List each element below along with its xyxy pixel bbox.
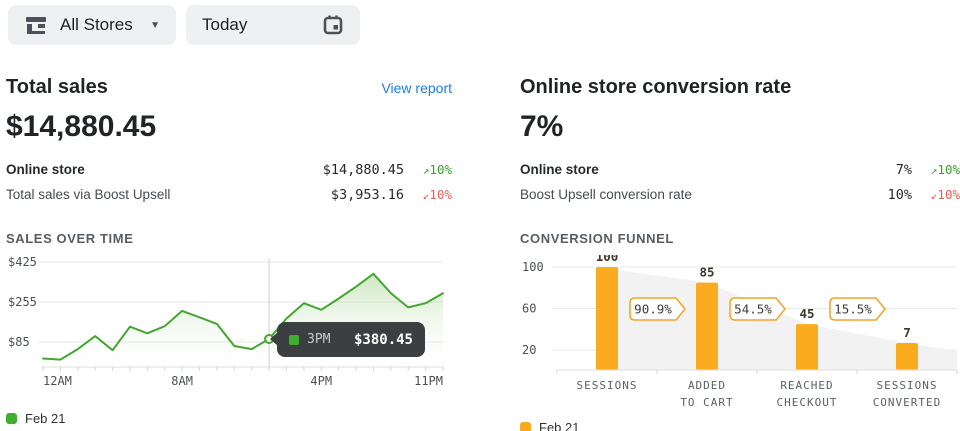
svg-text:$85: $85 <box>8 335 30 349</box>
metric-value: $3,953.16 <box>331 187 404 203</box>
card-title: Total sales <box>6 76 108 99</box>
conversion-funnel-chart-area: 100 60 20 100 85 45 7 90.9% 54.5% 15.5% SESSIONS AD… <box>520 255 960 412</box>
legend-swatch <box>6 413 17 424</box>
metric-label: Online store <box>520 162 599 177</box>
svg-text:CONVERTED: CONVERTED <box>873 396 942 409</box>
section-title: CONVERSION FUNNEL <box>520 231 960 246</box>
svg-text:ADDED: ADDED <box>688 379 726 392</box>
section-title: SALES OVER TIME <box>6 231 452 246</box>
svg-text:11PM: 11PM <box>414 374 443 388</box>
card-title: Online store conversion rate <box>520 76 791 99</box>
metric-delta: ↙10% <box>404 187 452 202</box>
total-sales-card: Total sales View report $14,880.45 Onlin… <box>6 76 452 431</box>
svg-text:20: 20 <box>522 343 536 357</box>
storefront-icon <box>24 13 48 37</box>
dashboard: Total sales View report $14,880.45 Onlin… <box>0 50 960 431</box>
tooltip-series-swatch <box>289 335 299 345</box>
sales-over-time-chart-area: $425 $255 $85 12AM 8AM 4PM 11PM 3PM $380.45 <box>6 255 452 393</box>
svg-text:60: 60 <box>522 302 536 316</box>
svg-text:100: 100 <box>596 255 619 264</box>
metric-delta: ↗10% <box>912 162 960 177</box>
metric-label: Boost Upsell conversion rate <box>520 187 692 202</box>
metric-delta: ↙10% <box>912 187 960 202</box>
metric-label: Online store <box>6 162 85 177</box>
filters-toolbar: All Stores ▼ Today <box>0 0 960 50</box>
legend-swatch <box>520 422 531 431</box>
metric-row: Online store $14,880.45 ↗10% <box>6 157 452 182</box>
metric-value: 7% <box>896 162 912 178</box>
svg-text:8AM: 8AM <box>171 374 193 388</box>
conversion-funnel-chart[interactable]: 100 60 20 100 85 45 7 90.9% 54.5% 15.5% SESSIONS AD… <box>520 255 960 412</box>
metric-delta-value: 10% <box>937 162 960 177</box>
metric-row: Boost Upsell conversion rate 10% ↙10% <box>520 182 960 207</box>
metric-row: Online store 7% ↗10% <box>520 157 960 182</box>
svg-text:$425: $425 <box>8 255 37 269</box>
date-range-label: Today <box>202 15 247 35</box>
metric-value: $14,880.45 <box>323 162 404 178</box>
conversion-rate-card: Online store conversion rate 7% Online s… <box>520 76 960 431</box>
metric-delta-value: 10% <box>937 187 960 202</box>
svg-text:100: 100 <box>522 260 544 274</box>
svg-text:TO CART: TO CART <box>680 396 733 409</box>
svg-text:45: 45 <box>799 306 814 321</box>
legend-label: Feb 21 <box>539 420 579 431</box>
tooltip-value: $380.45 <box>354 332 413 348</box>
store-selector-button[interactable]: All Stores ▼ <box>8 5 176 45</box>
metric-delta: ↗10% <box>404 162 452 177</box>
svg-text:90.9%: 90.9% <box>634 302 672 317</box>
svg-text:85: 85 <box>699 265 714 280</box>
svg-text:REACHED: REACHED <box>780 379 833 392</box>
svg-text:54.5%: 54.5% <box>734 302 772 317</box>
chart-legend: Feb 21 <box>520 420 960 431</box>
legend-label: Feb 21 <box>25 411 65 426</box>
calendar-icon <box>322 14 344 36</box>
svg-text:$255: $255 <box>8 295 37 309</box>
svg-text:4PM: 4PM <box>310 374 332 388</box>
chevron-down-icon: ▼ <box>150 20 160 31</box>
date-range-button[interactable]: Today <box>186 5 360 45</box>
metric-delta-value: 10% <box>429 187 452 202</box>
metric-delta-value: 10% <box>429 162 452 177</box>
store-selector-label: All Stores <box>60 15 133 35</box>
chart-legend: Feb 21 <box>6 411 452 426</box>
metric-row: Total sales via Boost Upsell $3,953.16 ↙… <box>6 182 452 207</box>
svg-text:CHECKOUT: CHECKOUT <box>777 396 838 409</box>
conversion-rate-value: 7% <box>520 110 960 144</box>
svg-text:SESSIONS: SESSIONS <box>877 379 938 392</box>
svg-text:SESSIONS: SESSIONS <box>577 379 638 392</box>
svg-text:7: 7 <box>903 325 911 340</box>
tooltip-time-label: 3PM <box>307 332 330 347</box>
view-report-link[interactable]: View report <box>381 80 452 96</box>
total-sales-value: $14,880.45 <box>6 110 452 144</box>
metric-label: Total sales via Boost Upsell <box>6 187 170 202</box>
svg-text:15.5%: 15.5% <box>834 302 872 317</box>
chart-tooltip: 3PM $380.45 <box>277 322 425 357</box>
metric-value: 10% <box>888 187 912 203</box>
svg-text:12AM: 12AM <box>43 374 72 388</box>
